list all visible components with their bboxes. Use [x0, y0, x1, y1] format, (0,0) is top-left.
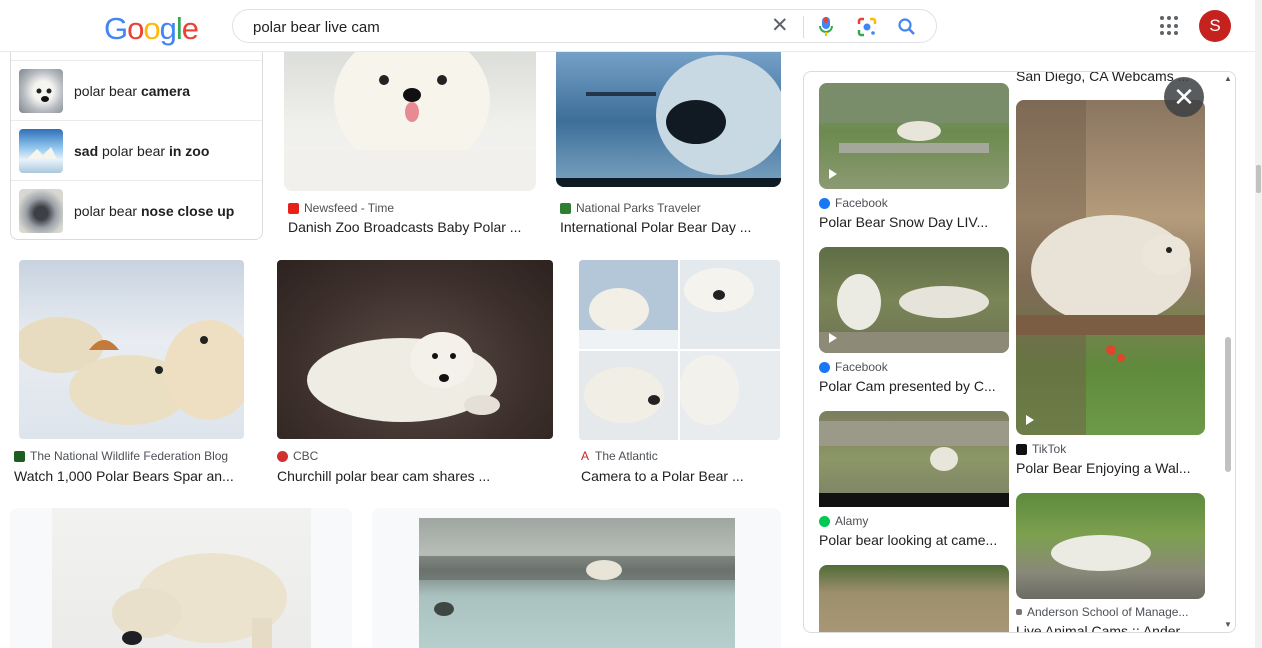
result-title[interactable]: Watch 1,000 Polar Bears Spar an... [14, 468, 249, 484]
close-icon[interactable]: ✕ [1164, 77, 1204, 117]
related-search-item[interactable]: polar bear camera [11, 60, 262, 120]
result-source: National Parks Traveler [560, 201, 701, 215]
result-source: A The Atlantic [581, 449, 658, 463]
panel-main-image[interactable] [1016, 100, 1205, 435]
related-search-item[interactable]: sad polar bear in zoo [11, 120, 262, 180]
panel-title[interactable]: Polar Bear Snow Day LIV... [819, 214, 1009, 230]
panel-thumbnail[interactable] [819, 411, 1009, 507]
tiktok-icon [1016, 443, 1027, 455]
result-image[interactable] [277, 260, 553, 439]
panel-thumbnail[interactable] [1016, 493, 1205, 599]
result-image[interactable] [19, 260, 244, 439]
result-title[interactable]: International Polar Bear Day ... [560, 219, 781, 235]
related-thumbnail [19, 129, 63, 173]
search-box: ✕ [232, 9, 937, 43]
panel-title[interactable]: Live Animal Cams :: Ander... [1016, 623, 1206, 632]
scroll-down-icon[interactable]: ▼ [1224, 620, 1232, 629]
result-image[interactable] [284, 40, 536, 191]
clear-icon[interactable]: ✕ [771, 15, 789, 36]
image-result[interactable] [10, 508, 352, 648]
image-result[interactable]: A The Atlantic Camera to a Polar Bear ... [579, 260, 780, 490]
favicon-icon [560, 202, 571, 214]
result-image[interactable] [52, 508, 311, 648]
image-viewer-panel: Facebook Polar Bear Snow Day LIV... Face… [803, 71, 1236, 633]
atlantic-icon: A [581, 449, 590, 463]
search-icon[interactable] [897, 16, 917, 38]
scroll-up-icon[interactable]: ▲ [1224, 74, 1232, 83]
related-search-label: polar bear nose close up [74, 203, 235, 219]
panel-source: Alamy [819, 514, 868, 528]
mic-icon[interactable] [819, 16, 833, 38]
search-input[interactable] [253, 17, 753, 37]
related-searches: polar bear camera sad polar bear in zoo … [10, 42, 263, 240]
panel-thumbnail[interactable] [819, 83, 1009, 189]
panel-title[interactable]: Polar Bear Enjoying a Wal... [1016, 460, 1206, 476]
result-title[interactable]: Churchill polar bear cam shares ... [277, 468, 553, 484]
lens-icon[interactable] [857, 17, 877, 37]
related-search-label: sad polar bear in zoo [74, 143, 210, 159]
result-source: The National Wildlife Federation Blog [14, 449, 228, 463]
facebook-icon [819, 197, 830, 209]
anderson-icon [1016, 609, 1022, 615]
result-source: Newsfeed - Time [288, 201, 394, 215]
related-thumbnail [19, 69, 63, 113]
favicon-icon [14, 450, 25, 462]
panel-title[interactable]: Polar bear looking at came... [819, 532, 1009, 548]
related-thumbnail [19, 189, 63, 233]
result-image[interactable] [419, 518, 735, 648]
play-icon [829, 169, 837, 179]
apps-icon[interactable] [1160, 16, 1180, 36]
related-search-label: polar bear camera [74, 83, 190, 99]
related-search-item[interactable]: polar bear nose close up [11, 180, 262, 240]
panel-thumbnail[interactable] [819, 247, 1009, 353]
result-title[interactable]: Danish Zoo Broadcasts Baby Polar ... [288, 219, 536, 235]
google-logo[interactable]: Google [104, 11, 199, 47]
panel-source: Facebook [819, 360, 888, 374]
panel-scrollbar[interactable]: ▲ ▼ [1223, 72, 1233, 632]
avatar[interactable]: S [1199, 10, 1231, 42]
result-image[interactable] [556, 40, 781, 187]
result-title[interactable]: Camera to a Polar Bear ... [581, 468, 780, 484]
image-result[interactable]: Newsfeed - Time Danish Zoo Broadcasts Ba… [284, 40, 536, 240]
play-icon [1026, 415, 1034, 425]
page: { "header": { "logo": "Google", "query":… [0, 0, 1262, 648]
panel-title[interactable]: Polar Cam presented by C... [819, 378, 1009, 394]
panel-source: TikTok [1016, 442, 1066, 456]
panel-source: Facebook [819, 196, 888, 210]
panel-thumbnail[interactable] [819, 565, 1009, 632]
play-icon [829, 333, 837, 343]
favicon-icon [288, 202, 299, 214]
result-source: CBC [277, 449, 318, 463]
panel-scroll-thumb[interactable] [1225, 337, 1231, 472]
image-result[interactable] [372, 508, 781, 648]
favicon-icon [277, 450, 288, 462]
page-scrollbar[interactable] [1255, 0, 1262, 648]
image-result[interactable]: CBC Churchill polar bear cam shares ... [277, 260, 553, 490]
panel-source: Anderson School of Manage... [1016, 605, 1188, 619]
alamy-icon [819, 515, 830, 527]
facebook-icon [819, 361, 830, 373]
image-result[interactable]: National Parks Traveler International Po… [556, 40, 781, 240]
divider [803, 16, 804, 38]
result-image[interactable] [579, 260, 780, 440]
page-scroll-thumb[interactable] [1256, 165, 1261, 193]
image-result[interactable]: The National Wildlife Federation Blog Wa… [10, 260, 253, 490]
header: Google ✕ S [0, 0, 1255, 52]
